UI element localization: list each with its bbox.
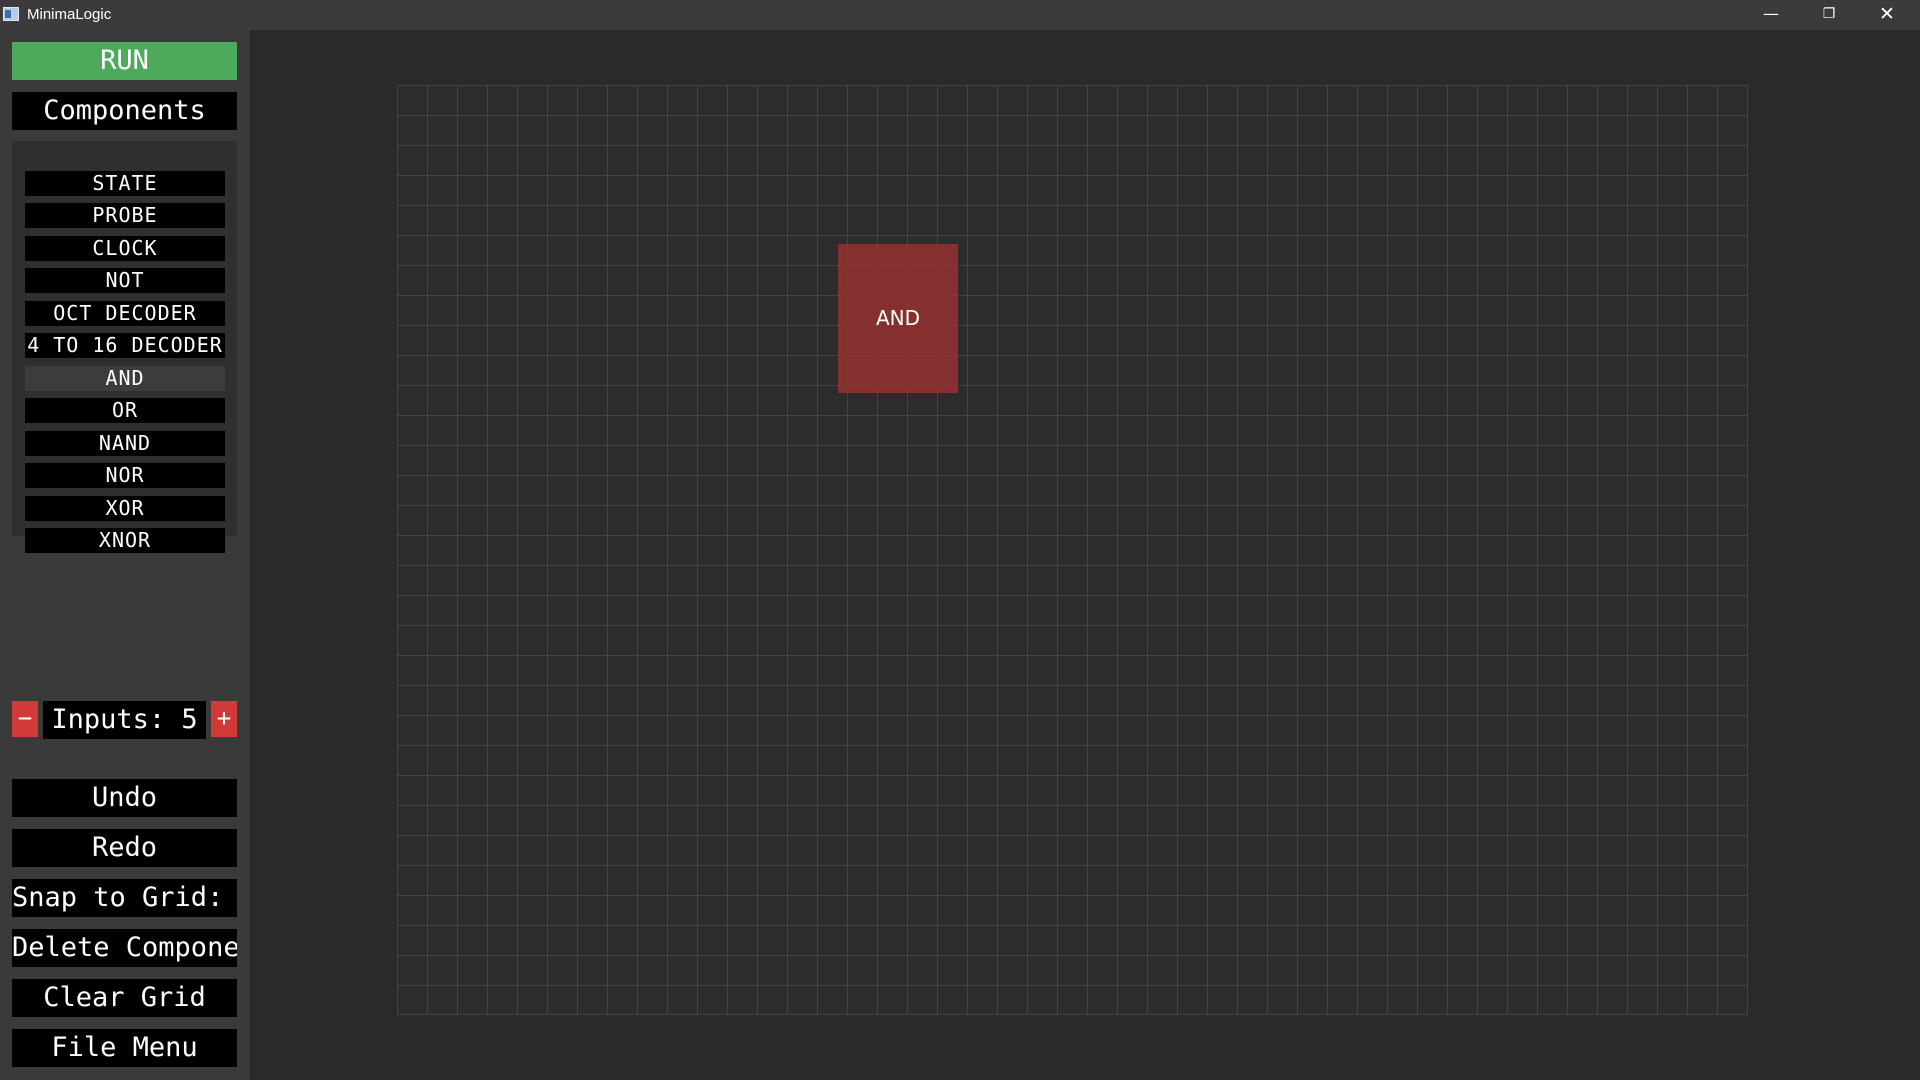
component-4-to-16-decoder[interactable]: 4 TO 16 DECODER	[25, 333, 225, 358]
component-state[interactable]: STATE	[25, 171, 225, 196]
snap-to-grid-toggle[interactable]: Snap to Grid: Off	[12, 879, 237, 917]
component-nand[interactable]: NAND	[25, 431, 225, 456]
component-probe[interactable]: PROBE	[25, 203, 225, 228]
title-bar: MinimaLogic — ❐ ✕	[0, 0, 1920, 30]
minimize-icon[interactable]: —	[1742, 0, 1800, 30]
window-title: MinimaLogic	[27, 6, 112, 23]
component-not[interactable]: NOT	[25, 268, 225, 293]
increase-inputs-button[interactable]: +	[211, 701, 237, 737]
component-and[interactable]: AND	[25, 366, 225, 391]
and-gate-component[interactable]: AND	[838, 244, 958, 393]
component-nor[interactable]: NOR	[25, 463, 225, 488]
component-oct-decoder[interactable]: OCT DECODER	[25, 301, 225, 326]
run-button[interactable]: RUN	[12, 42, 237, 80]
circuit-grid[interactable]	[397, 85, 1748, 1015]
undo-button[interactable]: Undo	[12, 779, 237, 817]
inputs-count-label: Inputs: 5	[43, 701, 206, 739]
close-icon[interactable]: ✕	[1858, 0, 1916, 30]
maximize-icon[interactable]: ❐	[1800, 0, 1858, 30]
component-or[interactable]: OR	[25, 398, 225, 423]
app-icon	[3, 7, 19, 21]
file-menu-button[interactable]: File Menu	[12, 1029, 237, 1067]
component-xnor[interactable]: XNOR	[25, 528, 225, 553]
clear-grid-button[interactable]: Clear Grid	[12, 979, 237, 1017]
component-clock[interactable]: CLOCK	[25, 236, 225, 261]
redo-button[interactable]: Redo	[12, 829, 237, 867]
delete-component-button[interactable]: Delete Component	[12, 929, 237, 967]
components-header[interactable]: Components	[12, 92, 237, 130]
components-list: STATE PROBE CLOCK NOT OCT DECODER 4 TO 1…	[12, 141, 237, 553]
component-xor[interactable]: XOR	[25, 496, 225, 521]
sidebar: RUN Components STATE PROBE CLOCK NOT OCT…	[0, 30, 250, 1080]
decrease-inputs-button[interactable]: −	[12, 701, 38, 737]
